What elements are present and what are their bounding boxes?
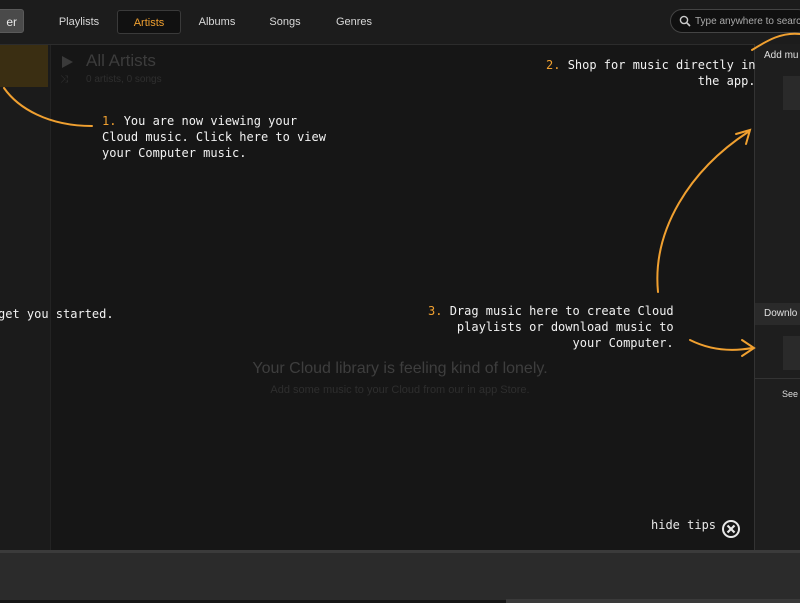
- tip3-arrowhead-right: [741, 339, 756, 357]
- tip-arrows: [3, 32, 800, 357]
- play-icon[interactable]: [60, 55, 74, 69]
- top-bar: er Playlists Artists Albums Songs Genres: [0, 0, 800, 45]
- tip3-right-arrow: [689, 339, 753, 351]
- tip-1-line3: your Computer music.: [102, 146, 247, 160]
- tip-4-line1: get you started.: [0, 307, 114, 321]
- tab-genres[interactable]: Genres: [322, 10, 386, 34]
- empty-state-subtitle: Add some music to your Cloud from our in…: [0, 384, 800, 396]
- sidebar: [0, 45, 51, 550]
- search-icon: [679, 15, 691, 27]
- shuffle-icon: ⤨: [60, 74, 68, 85]
- divider: [755, 378, 800, 379]
- right-panel: Add mu Downlo See: [754, 44, 800, 550]
- player-bar: [0, 550, 800, 603]
- empty-state-title-text: Your Cloud library is feeling kind of lo…: [252, 360, 548, 377]
- tip3-arrowhead-up: [735, 128, 752, 145]
- hide-tips-link[interactable]: hide tips: [651, 518, 716, 532]
- sidebar-selected-item[interactable]: [0, 45, 48, 87]
- tip-3-line3: your Computer.: [572, 336, 674, 350]
- tip-2: 2. Shop for music directly in the app.: [546, 57, 756, 89]
- tip-3: 3. Drag music here to create Cloud playl…: [428, 303, 674, 351]
- search-input[interactable]: [695, 12, 800, 30]
- tip-1-number: 1.: [102, 114, 117, 128]
- tip-1: 1. You are now viewing your Cloud music.…: [102, 113, 326, 161]
- download-label: Downlo: [764, 308, 798, 319]
- tip3-up-arrow: [656, 131, 749, 293]
- tab-albums[interactable]: Albums: [185, 10, 249, 34]
- search-box[interactable]: [670, 9, 800, 33]
- tip-2-line2: the app.: [697, 74, 756, 88]
- empty-state-subtitle-text: Add some music to your Cloud from our in…: [270, 384, 530, 396]
- see-link[interactable]: See: [782, 389, 798, 399]
- drop-zone[interactable]: [783, 336, 800, 370]
- tip-1-line2: Cloud music. Click here to view: [102, 130, 326, 144]
- tip-4: get you started.: [0, 306, 114, 322]
- close-icon[interactable]: [721, 519, 741, 539]
- page-subtitle: 0 artists, 0 songs: [86, 74, 162, 85]
- tip-1-line1: You are now viewing your: [123, 114, 298, 128]
- download-header: Downlo: [755, 303, 800, 325]
- page-title: All Artists: [86, 51, 156, 70]
- tip-3-line2: playlists or download music to: [456, 320, 674, 334]
- empty-state-title: Your Cloud library is feeling kind of lo…: [0, 360, 800, 378]
- tab-playlists[interactable]: Playlists: [47, 10, 111, 34]
- tip-2-line1: Shop for music directly in: [567, 58, 756, 72]
- tip-3-line1: Drag music here to create Cloud: [449, 304, 674, 318]
- add-music-label: Add mu: [764, 50, 799, 61]
- store-area[interactable]: [783, 76, 800, 110]
- tab-artists[interactable]: Artists: [117, 10, 181, 34]
- computer-button[interactable]: er: [0, 9, 24, 33]
- tab-songs[interactable]: Songs: [253, 10, 317, 34]
- tip-2-number: 2.: [546, 58, 561, 72]
- tip-3-number: 3.: [428, 304, 443, 318]
